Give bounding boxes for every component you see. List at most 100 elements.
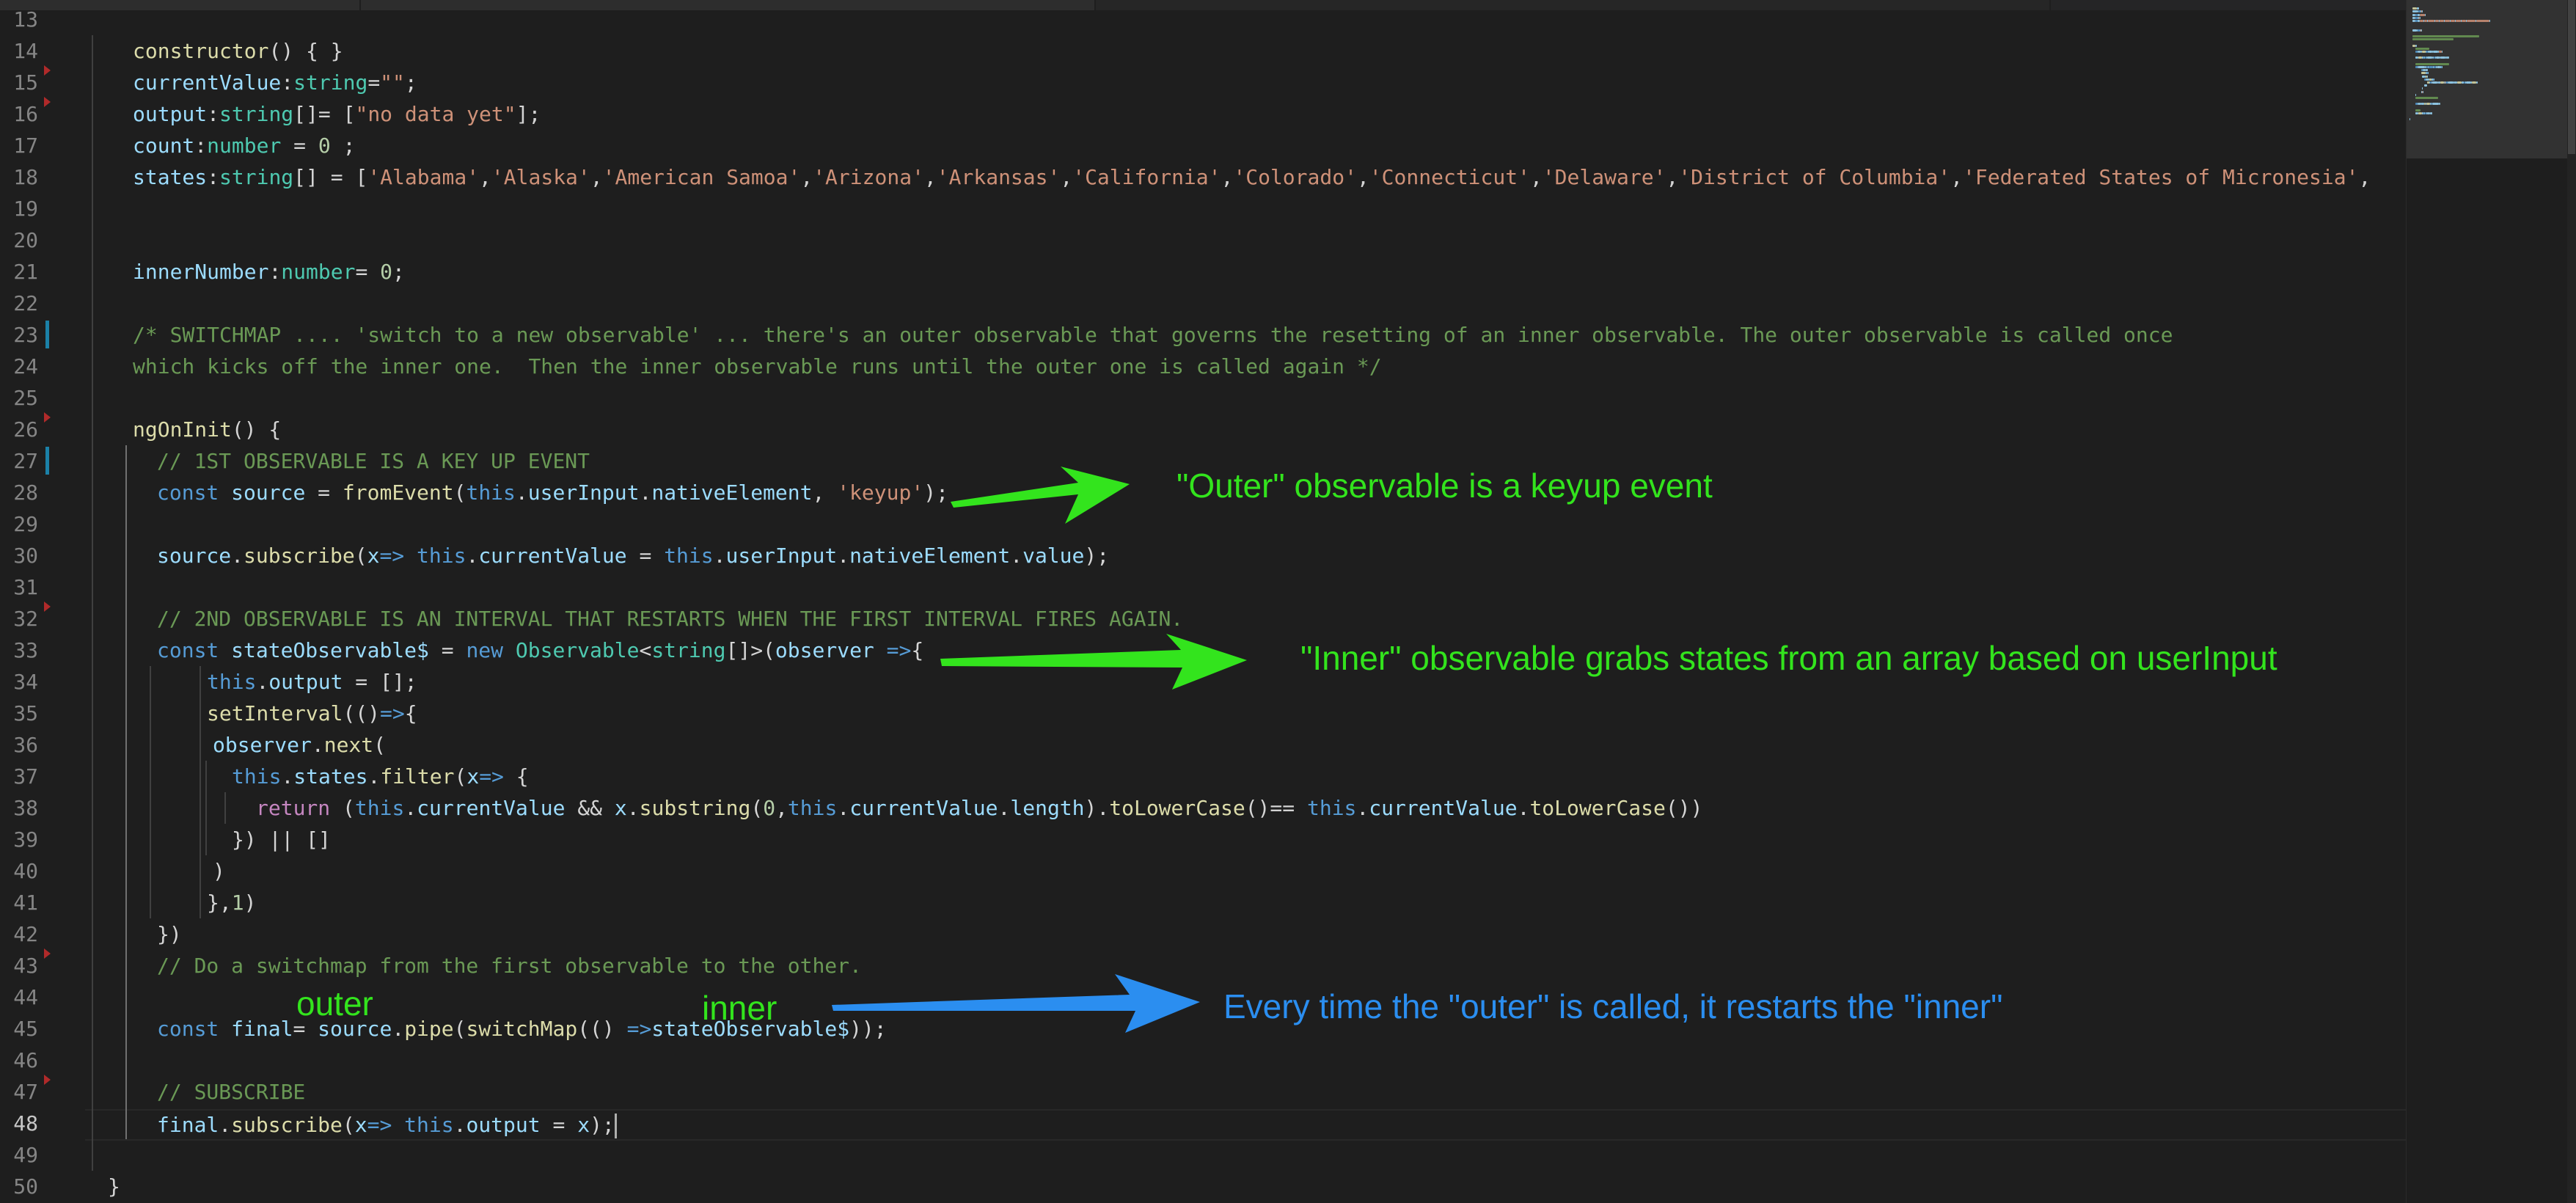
deleted-line-marker[interactable] <box>44 97 51 107</box>
code-token: subscribe <box>231 1113 343 1137</box>
scrollbar-thumb[interactable] <box>2568 0 2575 154</box>
minimap[interactable] <box>2406 0 2576 1203</box>
code-token: /* SWITCHMAP .... 'switch to a new obser… <box>133 323 2173 347</box>
deleted-line-marker[interactable] <box>44 602 51 612</box>
code-token: x <box>367 544 380 568</box>
code-token: 'Arizona' <box>813 165 924 189</box>
code-line[interactable] <box>81 224 108 256</box>
code-token: userInput <box>725 544 838 568</box>
modified-line-marker[interactable] <box>45 321 49 348</box>
code-area[interactable]: constructor() { } currentValue:string="";… <box>81 0 2406 1203</box>
code-line[interactable] <box>81 981 108 1013</box>
minimap-line <box>2448 81 2454 84</box>
code-line[interactable]: // 2ND OBSERVABLE IS AN INTERVAL THAT RE… <box>81 603 1183 635</box>
code-token: => <box>886 638 912 662</box>
code-token: . <box>515 480 528 505</box>
line-number: 33 <box>13 638 38 662</box>
code-token: : <box>281 70 294 95</box>
code-line[interactable]: source.subscribe(x=> this.currentValue =… <box>81 540 1109 571</box>
minimap-line <box>2418 66 2425 68</box>
code-token: ]; <box>516 102 541 126</box>
code-token: observer <box>213 733 312 757</box>
indent-guide <box>150 666 151 918</box>
code-line[interactable] <box>81 193 108 224</box>
code-line[interactable] <box>81 508 108 540</box>
minimap-line <box>2466 81 2471 84</box>
code-line[interactable]: // Do a switchmap from the first observa… <box>81 950 862 981</box>
code-line[interactable]: /* SWITCHMAP .... 'switch to a new obser… <box>81 319 2173 351</box>
vertical-scrollbar[interactable] <box>2567 0 2576 1203</box>
code-token: fromEvent <box>342 480 454 505</box>
code-line[interactable]: } <box>81 1171 120 1202</box>
minimap-line <box>2421 29 2422 32</box>
code-line[interactable] <box>81 571 108 603</box>
code-token: . <box>281 764 294 789</box>
code-line[interactable]: constructor() { } <box>81 35 343 67</box>
code-token: final <box>231 1017 293 1041</box>
code-token: ; <box>404 70 417 95</box>
deleted-line-marker[interactable] <box>44 412 51 423</box>
deleted-line-marker[interactable] <box>44 948 51 959</box>
code-line[interactable]: which kicks off the inner one. Then the … <box>81 351 1382 382</box>
deleted-line-marker[interactable] <box>44 65 51 76</box>
minimap-line <box>2415 93 2416 96</box>
code-line[interactable]: this.output = []; <box>81 666 417 698</box>
code-token: => <box>626 1017 652 1041</box>
code-token: . <box>367 764 381 789</box>
line-number: 48 <box>13 1111 38 1136</box>
line-number: 27 <box>13 449 38 473</box>
code-line[interactable]: ngOnInit() { <box>81 414 281 445</box>
code-line[interactable]: innerNumber:number= 0; <box>81 256 405 288</box>
code-line[interactable] <box>81 382 108 414</box>
code-line[interactable] <box>81 1139 108 1171</box>
code-line[interactable] <box>81 288 108 319</box>
line-number: 34 <box>13 670 38 694</box>
deleted-line-marker[interactable] <box>44 1075 51 1085</box>
code-line[interactable]: count:number = 0 ; <box>81 130 355 161</box>
code-line[interactable]: const final= source.pipe(switchMap(() =>… <box>81 1013 887 1045</box>
code-line[interactable]: states:string[] = ['Alabama','Alaska','A… <box>81 161 2371 193</box>
code-line[interactable]: output:string[]= ["no data yet"]; <box>81 98 541 130</box>
code-token: 'Federated States of Micronesia' <box>1963 165 2359 189</box>
code-line[interactable]: return (this.currentValue && x.substring… <box>81 792 1702 824</box>
code-token: 1 <box>231 891 244 915</box>
code-line[interactable]: setInterval(()=>{ <box>81 698 417 729</box>
minimap-line <box>2432 103 2439 106</box>
code-token: "" <box>380 70 405 95</box>
minimap-line <box>2412 10 2418 13</box>
code-token: }) || [] <box>232 827 331 852</box>
code-line[interactable]: ) <box>81 855 225 887</box>
code-token: 'keyup' <box>837 480 924 505</box>
code-token: setInterval <box>207 701 343 725</box>
code-line[interactable]: },1) <box>81 887 256 918</box>
minimap-line <box>2426 69 2428 72</box>
code-line[interactable] <box>81 1045 108 1076</box>
minimap-line <box>2489 20 2490 22</box>
line-number: 14 <box>13 39 38 63</box>
code-line[interactable]: const stateObservable$ = new Observable<… <box>81 635 923 666</box>
line-number: 49 <box>13 1143 38 1167</box>
code-token: toLowerCase <box>1529 796 1666 820</box>
code-token: string <box>219 102 294 126</box>
code-token: . <box>998 796 1011 820</box>
code-line[interactable]: this.states.filter(x=> { <box>81 761 529 792</box>
code-line[interactable]: // SUBSCRIBE <box>81 1076 305 1108</box>
code-line[interactable]: const source = fromEvent(this.userInput.… <box>81 477 948 508</box>
code-token: && <box>565 796 615 820</box>
code-token: this <box>404 1113 454 1137</box>
modified-line-marker[interactable] <box>45 447 49 475</box>
code-line[interactable]: }) <box>81 918 182 950</box>
code-line[interactable] <box>81 4 108 35</box>
code-editor[interactable]: 13 14 15 16 17 18 19 20 21 22 23 24 25 26 27 28 29 30 31 32… <box>0 0 2576 1203</box>
minimap-line <box>2476 20 2489 22</box>
code-line[interactable]: final.subscribe(x=> this.output = x); <box>85 1109 2406 1141</box>
code-token: = <box>281 134 318 158</box>
code-token: { <box>503 764 529 789</box>
code-line[interactable]: // 1ST OBSERVABLE IS A KEY UP EVENT <box>81 445 590 477</box>
line-number: 18 <box>13 165 38 189</box>
code-line[interactable]: currentValue:string=""; <box>81 67 417 98</box>
